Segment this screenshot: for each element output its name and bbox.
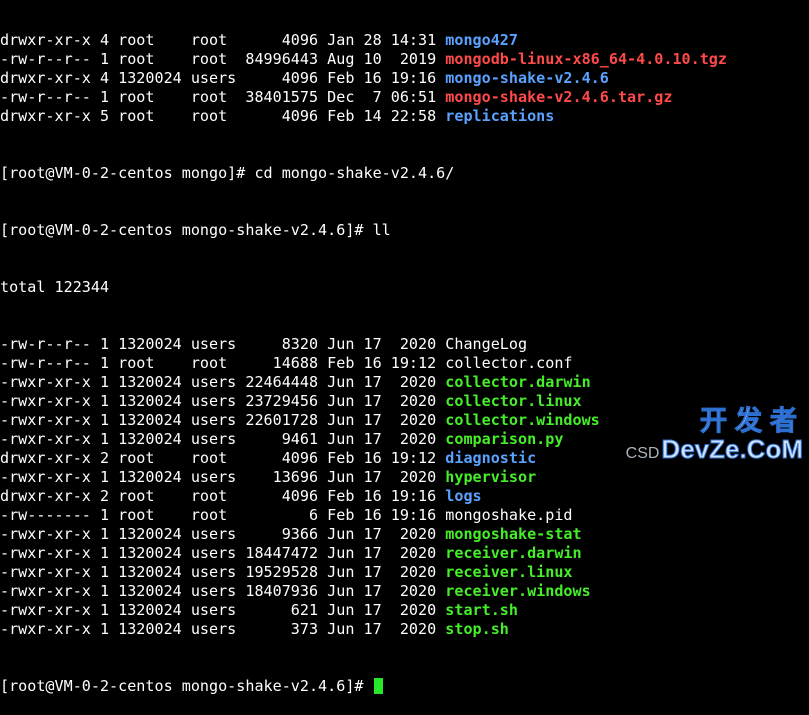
file-meta: -rw-r--r-- 1 1320024 users 8320 Jun 17 2… [0, 335, 446, 353]
file-entry: drwxr-xr-x 5 root root 4096 Feb 14 22:58… [0, 107, 809, 126]
file-name: diagnostic [445, 449, 537, 467]
top-file-listing: drwxr-xr-x 4 root root 4096 Jan 28 14:31… [0, 31, 809, 126]
file-name: stop.sh [445, 620, 509, 638]
file-meta: -rwxr-xr-x 1 1320024 users 18447472 Jun … [0, 544, 446, 562]
file-entry: -rwxr-xr-x 1 1320024 users 22601728 Jun … [0, 411, 809, 430]
command-line-cd: [root@VM-0-2-centos mongo]# cd mongo-sha… [0, 164, 455, 182]
file-name: mongoshake.pid [445, 506, 573, 524]
file-meta: -rwxr-xr-x 1 1320024 users 19529528 Jun … [0, 563, 446, 581]
file-meta: -rw-r--r-- 1 root root 84996443 Aug 10 2… [0, 50, 446, 68]
file-name: mongo-shake-v2.4.6.tar.gz [445, 88, 673, 106]
file-meta: -rwxr-xr-x 1 1320024 users 9366 Jun 17 2… [0, 525, 446, 543]
file-meta: -rwxr-xr-x 1 1320024 users 9461 Jun 17 2… [0, 430, 446, 448]
file-name: mongo427 [445, 31, 518, 49]
file-meta: -rw------- 1 root root 6 Feb 16 19:16 [0, 506, 446, 524]
file-meta: -rwxr-xr-x 1 1320024 users 18407936 Jun … [0, 582, 446, 600]
file-meta: drwxr-xr-x 2 root root 4096 Feb 16 19:12 [0, 449, 446, 467]
file-meta: -rwxr-xr-x 1 1320024 users 373 Jun 17 20… [0, 620, 446, 638]
file-name: mongoshake-stat [445, 525, 582, 543]
file-entry: -rw-r--r-- 1 root root 84996443 Aug 10 2… [0, 50, 809, 69]
total-line: total 122344 [0, 278, 110, 296]
file-meta: -rwxr-xr-x 1 1320024 users 621 Jun 17 20… [0, 601, 446, 619]
file-name: comparison.py [445, 430, 564, 448]
file-meta: drwxr-xr-x 5 root root 4096 Feb 14 22:58 [0, 107, 446, 125]
file-entry: -rwxr-xr-x 1 1320024 users 19529528 Jun … [0, 563, 809, 582]
file-meta: -rwxr-xr-x 1 1320024 users 13696 Jun 17 … [0, 468, 446, 486]
file-entry: drwxr-xr-x 4 1320024 users 4096 Feb 16 1… [0, 69, 809, 88]
file-name: mongo-shake-v2.4.6 [445, 69, 609, 87]
file-name: receiver.windows [445, 582, 591, 600]
file-name: collector.darwin [445, 373, 591, 391]
file-entry: -rwxr-xr-x 1 1320024 users 9461 Jun 17 2… [0, 430, 809, 449]
file-entry: drwxr-xr-x 2 root root 4096 Feb 16 19:12… [0, 449, 809, 468]
file-name: logs [445, 487, 482, 505]
text-cursor [373, 678, 383, 694]
file-entry: drwxr-xr-x 2 root root 4096 Feb 16 19:16… [0, 487, 809, 506]
file-meta: -rwxr-xr-x 1 1320024 users 22601728 Jun … [0, 411, 446, 429]
file-entry: -rw-r--r-- 1 1320024 users 8320 Jun 17 2… [0, 335, 809, 354]
file-name: receiver.darwin [445, 544, 582, 562]
file-entry: -rwxr-xr-x 1 1320024 users 22464448 Jun … [0, 373, 809, 392]
file-name: collector.windows [445, 411, 600, 429]
file-name: replications [445, 107, 555, 125]
file-entry: -rw------- 1 root root 6 Feb 16 19:16 mo… [0, 506, 809, 525]
file-entry: drwxr-xr-x 4 root root 4096 Jan 28 14:31… [0, 31, 809, 50]
terminal-window[interactable]: drwxr-xr-x 4 root root 4096 Jan 28 14:31… [0, 0, 809, 715]
file-entry: -rwxr-xr-x 1 1320024 users 373 Jun 17 20… [0, 620, 809, 639]
file-meta: drwxr-xr-x 4 1320024 users 4096 Feb 16 1… [0, 69, 446, 87]
file-entry: -rw-r--r-- 1 root root 38401575 Dec 7 06… [0, 88, 809, 107]
main-file-listing: -rw-r--r-- 1 1320024 users 8320 Jun 17 2… [0, 335, 809, 639]
command-line-ll: [root@VM-0-2-centos mongo-shake-v2.4.6]#… [0, 221, 391, 239]
file-entry: -rwxr-xr-x 1 1320024 users 18447472 Jun … [0, 544, 809, 563]
file-meta: -rw-r--r-- 1 root root 38401575 Dec 7 06… [0, 88, 446, 106]
file-entry: -rw-r--r-- 1 root root 14688 Feb 16 19:1… [0, 354, 809, 373]
file-name: collector.conf [445, 354, 573, 372]
file-meta: drwxr-xr-x 4 root root 4096 Jan 28 14:31 [0, 31, 446, 49]
file-name: hypervisor [445, 468, 537, 486]
file-meta: -rwxr-xr-x 1 1320024 users 23729456 Jun … [0, 392, 446, 410]
file-name: receiver.linux [445, 563, 573, 581]
file-name: collector.linux [445, 392, 582, 410]
active-prompt-line[interactable]: [root@VM-0-2-centos mongo-shake-v2.4.6]# [0, 677, 809, 696]
file-entry: -rwxr-xr-x 1 1320024 users 9366 Jun 17 2… [0, 525, 809, 544]
file-entry: -rwxr-xr-x 1 1320024 users 621 Jun 17 20… [0, 601, 809, 620]
file-meta: -rwxr-xr-x 1 1320024 users 22464448 Jun … [0, 373, 446, 391]
file-entry: -rwxr-xr-x 1 1320024 users 18407936 Jun … [0, 582, 809, 601]
prompt-text: [root@VM-0-2-centos mongo-shake-v2.4.6]# [0, 677, 373, 695]
file-name: start.sh [445, 601, 518, 619]
file-meta: -rw-r--r-- 1 root root 14688 Feb 16 19:1… [0, 354, 446, 372]
file-entry: -rwxr-xr-x 1 1320024 users 13696 Jun 17 … [0, 468, 809, 487]
file-name: mongodb-linux-x86_64-4.0.10.tgz [445, 50, 727, 68]
file-meta: drwxr-xr-x 2 root root 4096 Feb 16 19:16 [0, 487, 446, 505]
file-name: ChangeLog [445, 335, 528, 353]
file-entry: -rwxr-xr-x 1 1320024 users 23729456 Jun … [0, 392, 809, 411]
